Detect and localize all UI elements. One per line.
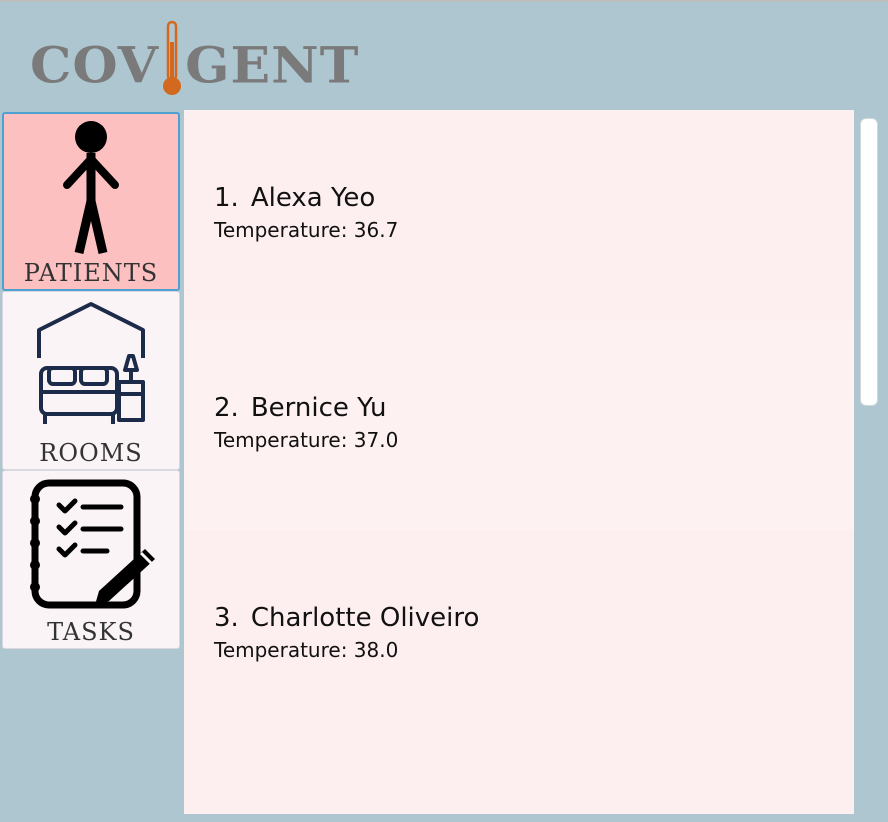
app-logo: COV GENT bbox=[30, 18, 359, 98]
patient-card[interactable]: 3. Charlotte Oliveiro Temperature: 38.0 bbox=[184, 530, 854, 740]
nav-patients-button[interactable]: PATIENTS bbox=[2, 112, 180, 291]
nav-rooms-button[interactable]: ROOMS bbox=[2, 291, 180, 470]
patient-name: Bernice Yu bbox=[250, 393, 387, 423]
logo-text-right: GENT bbox=[185, 36, 360, 95]
patient-temperature: Temperature: 37.0 bbox=[214, 428, 399, 452]
sidebar-nav: PATIENTS ROOMS TASKS bbox=[2, 112, 180, 649]
nav-tasks-button[interactable]: TASKS bbox=[2, 470, 180, 649]
patient-name: Alexa Yeo bbox=[250, 183, 376, 213]
logo-text-left: COV bbox=[30, 36, 160, 95]
patient-list: 1. Alexa Yeo Temperature: 36.7 2. Bernice … bbox=[184, 110, 854, 814]
checklist-icon bbox=[3, 475, 179, 613]
list-scrollbar[interactable] bbox=[858, 118, 880, 818]
person-icon bbox=[4, 118, 178, 256]
patient-index: 2. bbox=[214, 393, 239, 423]
patient-temperature: Temperature: 36.7 bbox=[214, 218, 399, 242]
patient-temperature: Temperature: 38.0 bbox=[214, 638, 399, 662]
patient-index: 3. bbox=[214, 603, 239, 633]
nav-patients-label: PATIENTS bbox=[23, 259, 159, 287]
patient-name: Charlotte Oliveiro bbox=[250, 603, 480, 633]
patient-name-line: 2. Bernice Yu bbox=[214, 392, 854, 424]
patient-card[interactable]: 1. Alexa Yeo Temperature: 36.7 bbox=[184, 110, 854, 320]
nav-tasks-label: TASKS bbox=[47, 618, 135, 646]
app-window: COV GENT PATIENTS ROOMS TASKS 1. Alexa Y… bbox=[0, 0, 888, 822]
patient-index: 1. bbox=[214, 183, 239, 213]
patient-card[interactable]: 2. Bernice Yu Temperature: 37.0 bbox=[184, 320, 854, 530]
scrollbar-thumb[interactable] bbox=[860, 118, 878, 406]
patient-name-line: 3. Charlotte Oliveiro bbox=[214, 602, 854, 634]
nav-rooms-label: ROOMS bbox=[39, 439, 143, 467]
patient-name-line: 1. Alexa Yeo bbox=[214, 182, 854, 214]
bedroom-icon bbox=[3, 296, 179, 434]
thermometer-icon bbox=[160, 20, 184, 98]
